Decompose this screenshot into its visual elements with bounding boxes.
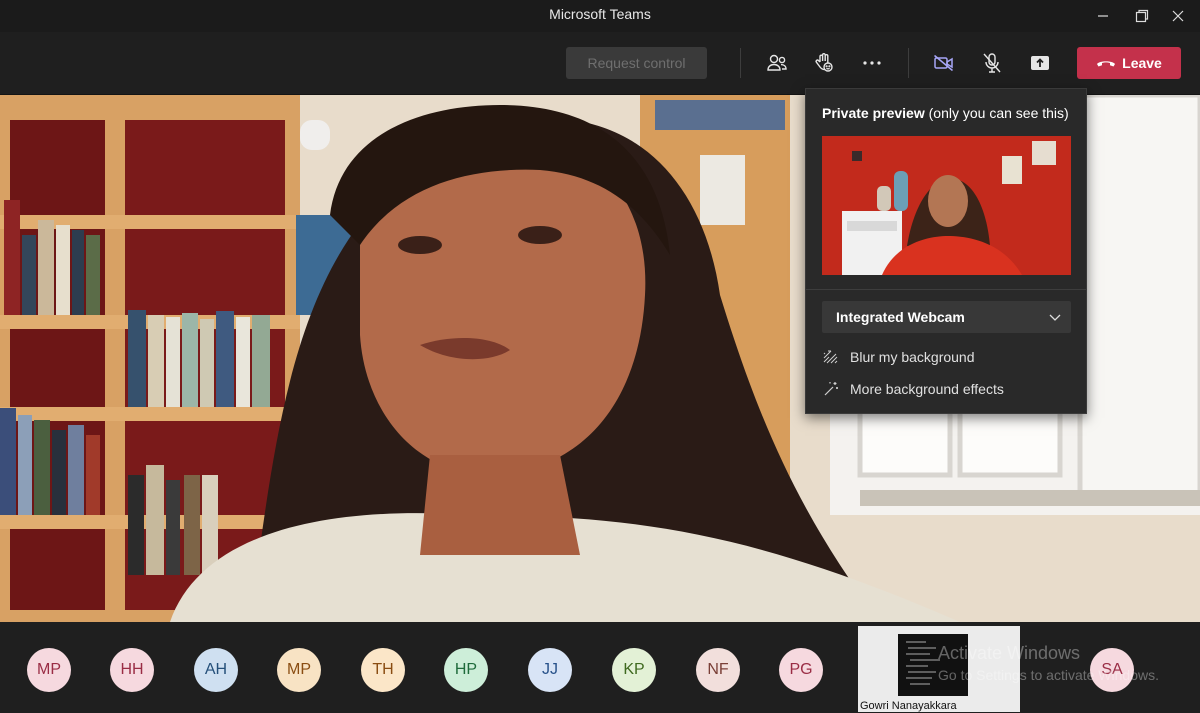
close-icon [1172, 10, 1184, 22]
self-preview-video [822, 136, 1071, 275]
preview-header: Private preview (only you can see this) [822, 105, 1069, 121]
more-background-effects-option[interactable]: More background effects [822, 377, 1071, 401]
raise-hand-icon [815, 53, 833, 72]
video-camera-icon [934, 54, 953, 72]
activate-windows-hint: Go to Settings to activate Windows. [938, 667, 1159, 683]
window-title: Microsoft Teams [549, 6, 651, 22]
camera-toggle-button[interactable] [928, 47, 960, 79]
request-control-button[interactable]: Request control [566, 47, 707, 79]
hang-up-icon [1097, 61, 1116, 67]
participant-avatar[interactable]: HP [444, 648, 488, 692]
private-preview-panel: Private preview (only you can see this) … [805, 88, 1087, 414]
title-bar: Microsoft Teams [0, 0, 1200, 32]
camera-select-value: Integrated Webcam [836, 309, 965, 325]
participant-avatar[interactable]: HH [110, 648, 154, 692]
toolbar-divider [908, 48, 909, 78]
preview-divider [806, 289, 1086, 290]
close-button[interactable] [1156, 0, 1200, 32]
preview-title: Private preview [822, 105, 925, 121]
participant-avatar[interactable]: AH [194, 648, 238, 692]
participant-avatar[interactable]: JJ [528, 648, 572, 692]
blur-background-label: Blur my background [850, 349, 975, 365]
participant-avatar[interactable]: KP [612, 648, 656, 692]
meeting-toolbar: Request control Leave [0, 32, 1200, 95]
reactions-button[interactable] [808, 47, 840, 79]
activate-windows-watermark: Activate Windows [938, 643, 1081, 663]
blur-icon [823, 350, 838, 364]
people-icon [767, 54, 787, 71]
more-background-effects-label: More background effects [850, 381, 1004, 397]
participant-avatar[interactable]: MP [277, 648, 321, 692]
leave-button[interactable]: Leave [1077, 47, 1181, 79]
preview-subtitle: (only you can see this) [924, 105, 1069, 121]
leave-label: Leave [1122, 55, 1162, 71]
participants-button[interactable] [761, 47, 793, 79]
participant-avatar[interactable]: MP [27, 648, 71, 692]
participant-avatar[interactable]: PG [779, 648, 823, 692]
magic-wand-icon [824, 382, 838, 396]
more-icon [863, 61, 881, 65]
share-tray-icon [1031, 56, 1049, 70]
more-options-button[interactable] [856, 47, 888, 79]
self-preview-scene [822, 136, 1071, 275]
chevron-down-icon [1049, 314, 1061, 321]
minimize-button[interactable] [1081, 0, 1125, 32]
microphone-off-icon [983, 53, 1001, 73]
camera-select[interactable]: Integrated Webcam [822, 301, 1071, 333]
restore-icon [1135, 9, 1149, 23]
mute-button[interactable] [976, 47, 1008, 79]
participant-avatar[interactable]: NF [696, 648, 740, 692]
minimize-icon [1098, 15, 1108, 17]
participant-avatar[interactable]: TH [361, 648, 405, 692]
blur-background-option[interactable]: Blur my background [822, 345, 1071, 369]
shared-tile-name: Gowri Nanayakkara [860, 700, 957, 712]
share-screen-button[interactable] [1024, 47, 1056, 79]
toolbar-divider [740, 48, 741, 78]
